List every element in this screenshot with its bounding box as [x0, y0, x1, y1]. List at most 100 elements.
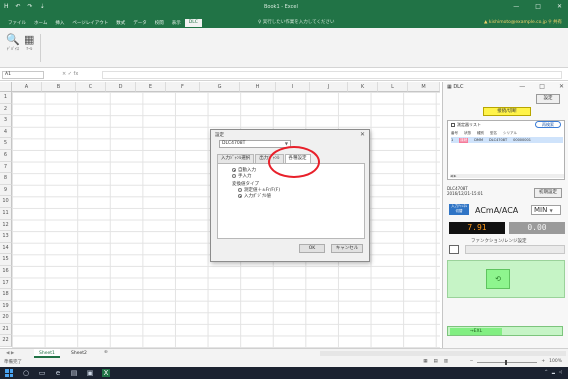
row-header[interactable]: 17: [0, 277, 12, 290]
maximize-icon[interactable]: □: [539, 83, 545, 90]
column-header[interactable]: M: [408, 82, 440, 92]
ok-button[interactable]: OK: [299, 244, 325, 253]
column-header[interactable]: G: [200, 82, 240, 92]
column-header[interactable]: C: [76, 82, 106, 92]
store-icon[interactable]: ▣: [86, 369, 94, 377]
dialog-close-icon[interactable]: ✕: [360, 131, 365, 138]
zoom-level[interactable]: 100%: [549, 359, 562, 364]
column-header[interactable]: I: [276, 82, 310, 92]
row-header[interactable]: 13: [0, 231, 12, 243]
column-header[interactable]: E: [136, 82, 166, 92]
normal-view-icon[interactable]: ▦: [423, 359, 427, 364]
close-icon[interactable]: ✕: [557, 3, 562, 10]
column-header[interactable]: B: [42, 82, 76, 92]
name-box[interactable]: A1: [2, 71, 44, 79]
tab-output-genre[interactable]: 出力ｼﾞｬﾝﾙ: [255, 154, 284, 163]
input-channel-button[interactable]: 入力ﾁｬﾝﾈﾙ 切替: [449, 204, 469, 215]
function-checkbox[interactable]: [449, 245, 459, 254]
zoom-slider[interactable]: [477, 360, 538, 365]
excel-taskbar-icon[interactable]: X: [102, 369, 110, 377]
column-header[interactable]: H: [240, 82, 276, 92]
row-header[interactable]: 22: [0, 335, 12, 348]
tab-view[interactable]: 表示: [168, 19, 185, 27]
search-icon[interactable]: ○: [22, 369, 30, 377]
ribbon-tool-button[interactable]: ▦ ﾂｰﾙ: [24, 34, 34, 52]
close-icon[interactable]: ✕: [559, 83, 564, 90]
list-hscrollbar[interactable]: ◀ ▶: [450, 174, 564, 178]
volume-icon[interactable]: ◁: [559, 369, 562, 374]
tab-insert[interactable]: 挿入: [51, 19, 68, 27]
row-header[interactable]: 19: [0, 300, 12, 313]
undo-icon[interactable]: ↶: [16, 3, 21, 10]
explorer-icon[interactable]: ▤: [70, 369, 78, 377]
sheet-nav-arrows[interactable]: ◀ ▶: [6, 351, 14, 356]
connect-button[interactable]: 接続/切断: [483, 107, 531, 116]
row-header[interactable]: 7: [0, 161, 12, 174]
row-header[interactable]: 12: [0, 219, 12, 232]
column-header[interactable]: A: [12, 82, 42, 92]
customize-qat-icon[interactable]: ⇣: [40, 3, 45, 10]
function-range-select[interactable]: [465, 245, 565, 254]
zoom-in-icon[interactable]: +: [541, 359, 545, 364]
tab-file[interactable]: ファイル: [4, 19, 30, 27]
zoom-out-icon[interactable]: −: [470, 359, 474, 364]
row-header[interactable]: 15: [0, 254, 12, 266]
radio-input-nominal[interactable]: 入力ﾎﾟｼﾞﾅﾙ値: [238, 193, 271, 199]
sheet-tab-2[interactable]: Sheet2: [66, 349, 92, 358]
row-header[interactable]: 16: [0, 265, 12, 278]
tab-page-layout[interactable]: ページレイアウト: [68, 19, 112, 27]
redo-icon[interactable]: ↷: [28, 3, 33, 10]
network-icon[interactable]: ▂: [552, 369, 555, 374]
tab-home[interactable]: ホーム: [30, 19, 51, 27]
tab-dlc[interactable]: DLC: [184, 19, 202, 27]
reset-button[interactable]: 初期設定: [534, 188, 562, 198]
tab-misc-settings[interactable]: 各種設定: [284, 154, 311, 163]
account-share[interactable]: ▲ kishimoto@example.co.jp ⚲ 共有: [484, 19, 562, 25]
row-header[interactable]: 8: [0, 173, 12, 185]
list-item[interactable]: 1 接続 DMM DLC4708T 00000001: [451, 137, 563, 143]
list-caption[interactable]: 測定器リスト: [451, 122, 481, 128]
column-header[interactable]: K: [348, 82, 378, 92]
row-header[interactable]: 10: [0, 196, 12, 208]
row-header[interactable]: 9: [0, 184, 12, 197]
cancel-button[interactable]: キャンセル: [331, 244, 363, 253]
minimize-icon[interactable]: —: [513, 3, 519, 10]
tray-up-icon[interactable]: ^: [544, 369, 547, 374]
row-header[interactable]: 2: [0, 103, 12, 116]
windows-start-icon[interactable]: [5, 369, 13, 377]
row-header[interactable]: 6: [0, 149, 12, 162]
maximize-icon[interactable]: □: [535, 3, 541, 10]
row-header[interactable]: 5: [0, 138, 12, 150]
range-select[interactable]: MIN ▼: [531, 205, 561, 215]
tab-review[interactable]: 校閲: [151, 19, 168, 27]
row-header[interactable]: 20: [0, 312, 12, 324]
settings-button[interactable]: 設定: [536, 94, 560, 104]
minimize-icon[interactable]: —: [519, 83, 525, 90]
tell-me-search[interactable]: ♀ 実行したい作業を入力してください: [258, 19, 334, 25]
to-excel-button[interactable]: →EXL: [450, 328, 502, 335]
task-view-icon[interactable]: ▭: [38, 369, 46, 377]
column-header[interactable]: J: [310, 82, 348, 92]
tab-input-genre[interactable]: 入力ｼﾞｬﾝﾙ選択: [217, 154, 255, 163]
sheet-tab-1[interactable]: Sheet1: [34, 349, 60, 358]
row-header[interactable]: 1: [0, 92, 12, 104]
column-header[interactable]: D: [106, 82, 136, 92]
tab-data[interactable]: データ: [129, 19, 151, 27]
column-header[interactable]: L: [378, 82, 408, 92]
edge-icon[interactable]: e: [54, 369, 62, 377]
checkbox[interactable]: [451, 123, 455, 127]
row-header[interactable]: 11: [0, 207, 12, 220]
formula-buttons[interactable]: × ✓ fx: [62, 71, 78, 77]
column-header[interactable]: F: [166, 82, 200, 92]
add-sheet-icon[interactable]: ⊕: [104, 350, 108, 355]
row-header[interactable]: 21: [0, 323, 12, 336]
research-button[interactable]: 再検索: [535, 121, 561, 128]
page-break-view-icon[interactable]: ▥: [444, 359, 448, 364]
row-header[interactable]: 4: [0, 126, 12, 139]
save-icon[interactable]: H: [4, 3, 9, 10]
ribbon-device-button[interactable]: 🔍 ﾃﾞﾊﾞｲｽ: [6, 34, 20, 52]
row-header[interactable]: 14: [0, 242, 12, 255]
row-header[interactable]: 3: [0, 115, 12, 127]
device-select[interactable]: DLC4708T ▼: [219, 140, 291, 148]
radio-manual-input[interactable]: 手入力: [232, 173, 252, 179]
